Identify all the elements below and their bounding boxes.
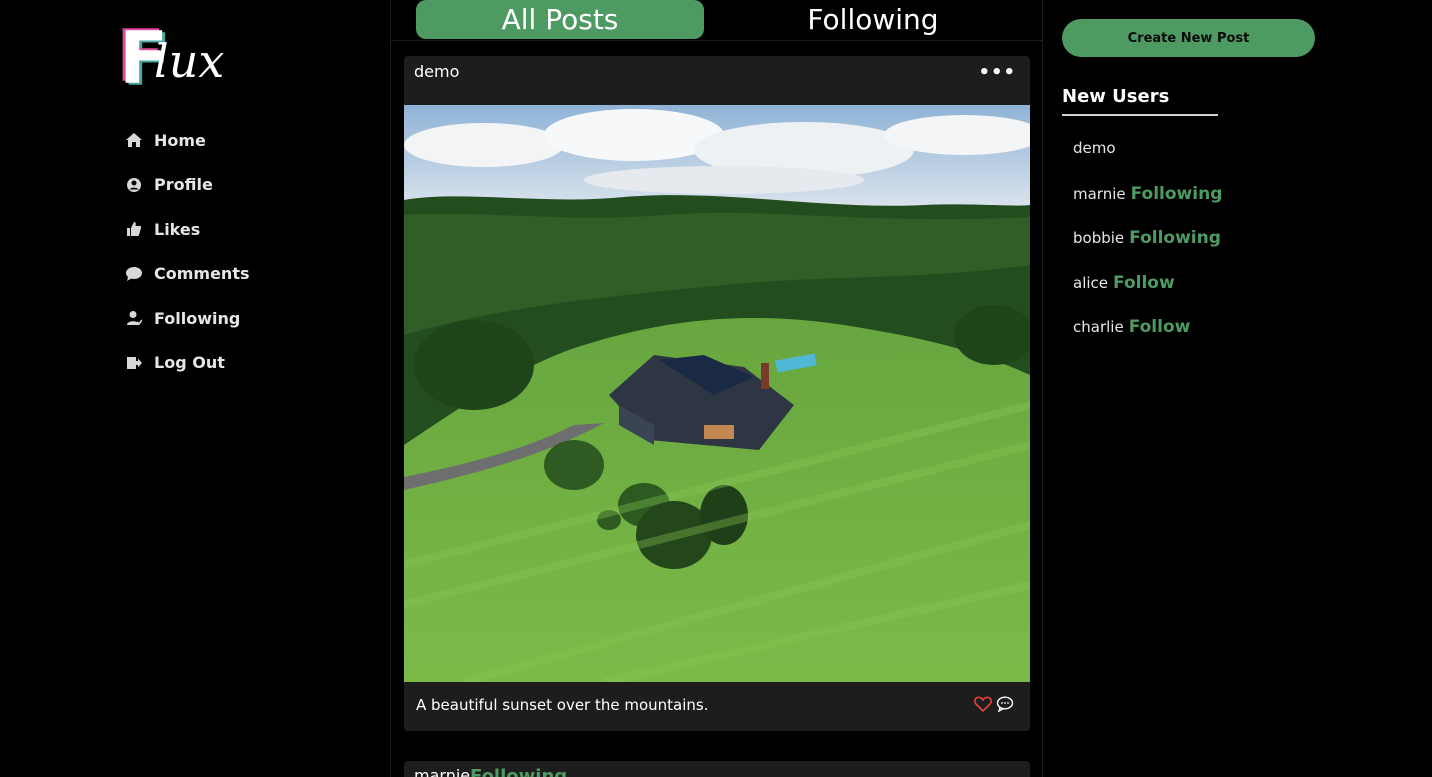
nav-item-label: Home bbox=[154, 130, 206, 150]
post-image bbox=[404, 105, 1030, 682]
left-sidebar: F F F lux Home Profile Likes Comments Fo… bbox=[0, 0, 390, 777]
user-name[interactable]: marnie bbox=[1073, 185, 1126, 203]
post-menu-button[interactable]: ••• bbox=[978, 62, 1016, 83]
nav-item-logout[interactable]: Log Out bbox=[124, 341, 250, 386]
user-circle-icon bbox=[124, 175, 144, 195]
heart-icon[interactable] bbox=[974, 696, 992, 714]
feed-tabs: All Posts Following bbox=[391, 0, 1043, 41]
comment-icon[interactable] bbox=[996, 696, 1014, 714]
new-users-heading: New Users bbox=[1062, 86, 1170, 107]
nav-item-label: Likes bbox=[154, 219, 201, 239]
user-row: marnie Following bbox=[1073, 184, 1222, 229]
nav-item-profile[interactable]: Profile bbox=[124, 163, 250, 208]
nav-item-label: Log Out bbox=[154, 353, 225, 373]
nav-item-comments[interactable]: Comments bbox=[124, 252, 250, 297]
post-caption: A beautiful sunset over the mountains. bbox=[416, 696, 709, 714]
nav-item-label: Profile bbox=[154, 175, 213, 195]
user-name[interactable]: charlie bbox=[1073, 318, 1124, 336]
user-row: demo bbox=[1073, 139, 1222, 184]
user-row: alice Follow bbox=[1073, 273, 1222, 318]
post-header: demo ••• bbox=[404, 56, 1030, 105]
tab-all-posts[interactable]: All Posts bbox=[416, 0, 704, 39]
nav-item-likes[interactable]: Likes bbox=[124, 207, 250, 252]
user-row: charlie Follow bbox=[1073, 317, 1222, 362]
nav-item-label: Comments bbox=[154, 264, 250, 284]
create-new-post-button[interactable]: Create New Post bbox=[1062, 19, 1315, 57]
user-name[interactable]: alice bbox=[1073, 274, 1108, 292]
logout-icon bbox=[124, 353, 144, 373]
comment-icon bbox=[124, 264, 144, 284]
right-sidebar: Create New Post New Users demo marnie Fo… bbox=[1043, 0, 1432, 777]
main-nav: Home Profile Likes Comments Following Lo… bbox=[124, 118, 250, 385]
tab-following[interactable]: Following bbox=[731, 0, 1015, 39]
nav-item-following[interactable]: Following bbox=[124, 296, 250, 341]
nav-item-label: Following bbox=[154, 308, 241, 328]
home-icon bbox=[124, 130, 144, 150]
following-button[interactable]: Following bbox=[1129, 228, 1221, 248]
nav-item-home[interactable]: Home bbox=[124, 118, 250, 163]
post-actions bbox=[974, 696, 1014, 714]
post-card: marnie Following bbox=[404, 761, 1030, 777]
thumbs-up-icon bbox=[124, 219, 144, 239]
new-users-list: demo marnie Following bobbie Following a… bbox=[1073, 139, 1222, 362]
user-name[interactable]: bobbie bbox=[1073, 229, 1124, 247]
heading-underline bbox=[1062, 114, 1218, 116]
follow-button[interactable]: Follow bbox=[1113, 273, 1175, 293]
user-name[interactable]: demo bbox=[1073, 139, 1116, 157]
post-username[interactable]: marnie bbox=[414, 766, 470, 777]
post-username[interactable]: demo bbox=[414, 62, 459, 81]
logo-text: lux bbox=[154, 34, 225, 88]
flux-logo[interactable]: F F F lux bbox=[116, 20, 224, 96]
user-row: bobbie Following bbox=[1073, 228, 1222, 273]
post-follow-status[interactable]: Following bbox=[470, 766, 567, 777]
post-card: demo ••• A beautiful sunset over the mou… bbox=[404, 56, 1030, 731]
user-follow-icon bbox=[124, 308, 144, 328]
follow-button[interactable]: Follow bbox=[1129, 317, 1191, 337]
following-button[interactable]: Following bbox=[1131, 184, 1223, 204]
feed-column: All Posts Following demo ••• A beautiful… bbox=[390, 0, 1043, 777]
